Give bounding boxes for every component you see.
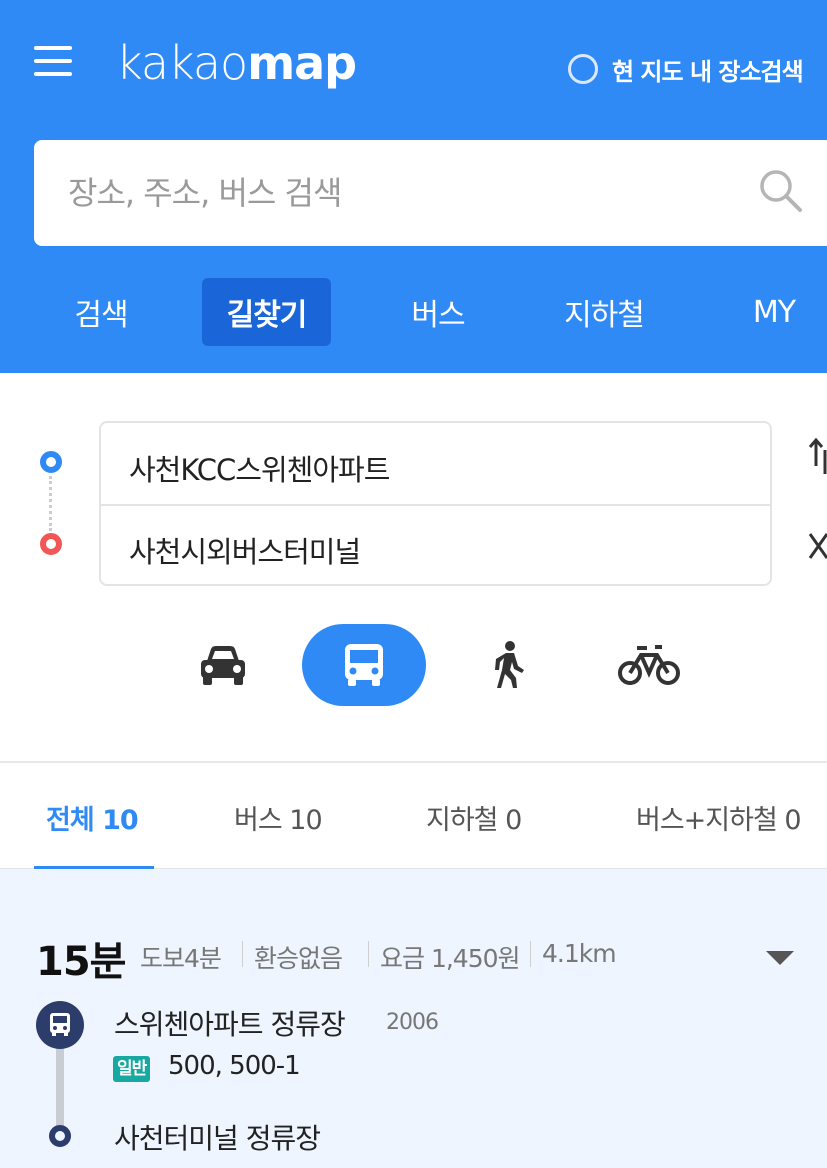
- search-input[interactable]: [68, 170, 728, 216]
- route-divider: [101, 504, 770, 506]
- distance-info: 4.1km: [542, 939, 617, 968]
- destination-input[interactable]: 사천시외버스터미널: [129, 529, 361, 571]
- mode-car-button[interactable]: [182, 624, 264, 706]
- tab-search[interactable]: 검색: [66, 278, 136, 346]
- result-tab-bus[interactable]: 버스 10: [234, 798, 323, 837]
- route-input-box: 사천KCC스위첸아파트 사천시외버스터미널: [99, 421, 772, 586]
- kakaomap-logo[interactable]: kakaomap: [116, 36, 357, 90]
- swap-direction-icon[interactable]: [808, 436, 827, 476]
- close-icon[interactable]: [808, 532, 827, 560]
- result-tab-subway[interactable]: 지하철 0: [426, 798, 522, 837]
- meta-divider: [530, 941, 531, 967]
- result-tab-bus-subway[interactable]: 버스+지하철 0: [636, 798, 802, 837]
- route-result-card[interactable]: 15분 도보4분 환승없음 요금 1,450원 4.1km 스위첸아파트 정류장…: [0, 869, 827, 1168]
- logo-text-kakao: kakao: [116, 36, 248, 90]
- origin-marker-icon: [40, 451, 62, 473]
- expand-arrow-icon[interactable]: [766, 951, 794, 965]
- destination-marker-icon: [40, 533, 62, 555]
- alight-stop-name[interactable]: 사천터미널 정류장: [114, 1117, 321, 1157]
- section-divider: [0, 761, 827, 763]
- mode-walk-button[interactable]: [470, 624, 546, 706]
- bus-stop-icon: [36, 1001, 84, 1049]
- route-duration: 15분: [36, 939, 126, 985]
- map-area-search-toggle[interactable]: 현 지도 내 장소검색: [568, 52, 804, 86]
- walk-icon: [495, 641, 524, 688]
- tab-my[interactable]: MY: [744, 278, 804, 346]
- logo-text-map: map: [247, 36, 357, 90]
- tab-bus[interactable]: 버스: [400, 278, 476, 346]
- origin-input[interactable]: 사천KCC스위첸아파트: [129, 447, 390, 489]
- hamburger-menu-icon[interactable]: [34, 44, 72, 78]
- board-stop-name[interactable]: 스위첸아파트 정류장: [114, 1003, 346, 1043]
- search-icon[interactable]: [758, 168, 804, 214]
- meta-divider: [242, 941, 243, 967]
- bus-icon: [50, 1013, 70, 1036]
- map-area-search-label: 현 지도 내 장소검색: [612, 57, 804, 86]
- alight-stop-marker-icon: [49, 1125, 71, 1147]
- walk-time: 도보4분: [140, 944, 222, 973]
- transfer-info: 환승없음: [254, 944, 343, 973]
- bus-type-badge: 일반: [113, 1056, 151, 1082]
- bicycle-icon: [618, 645, 680, 685]
- board-stop-code: 2006: [386, 1010, 439, 1035]
- result-tab-all[interactable]: 전체 10: [46, 798, 139, 837]
- search-box[interactable]: [34, 140, 827, 246]
- fare-info: 요금 1,450원: [380, 944, 521, 973]
- app-header: kakaomap 현 지도 내 장소검색 검색 길찾기 버스 지하철 MY: [0, 0, 827, 373]
- car-icon: [201, 646, 245, 685]
- radio-circle-icon[interactable]: [568, 54, 598, 84]
- bus-numbers[interactable]: 500, 500-1: [168, 1051, 301, 1081]
- bus-icon: [345, 644, 383, 686]
- route-timeline: [56, 1047, 64, 1132]
- meta-divider: [368, 941, 369, 967]
- tab-directions[interactable]: 길찾기: [202, 278, 331, 346]
- mode-transit-button[interactable]: [302, 624, 426, 706]
- mode-bicycle-button[interactable]: [606, 624, 692, 706]
- tab-subway[interactable]: 지하철: [554, 278, 654, 346]
- route-connector: [49, 476, 53, 531]
